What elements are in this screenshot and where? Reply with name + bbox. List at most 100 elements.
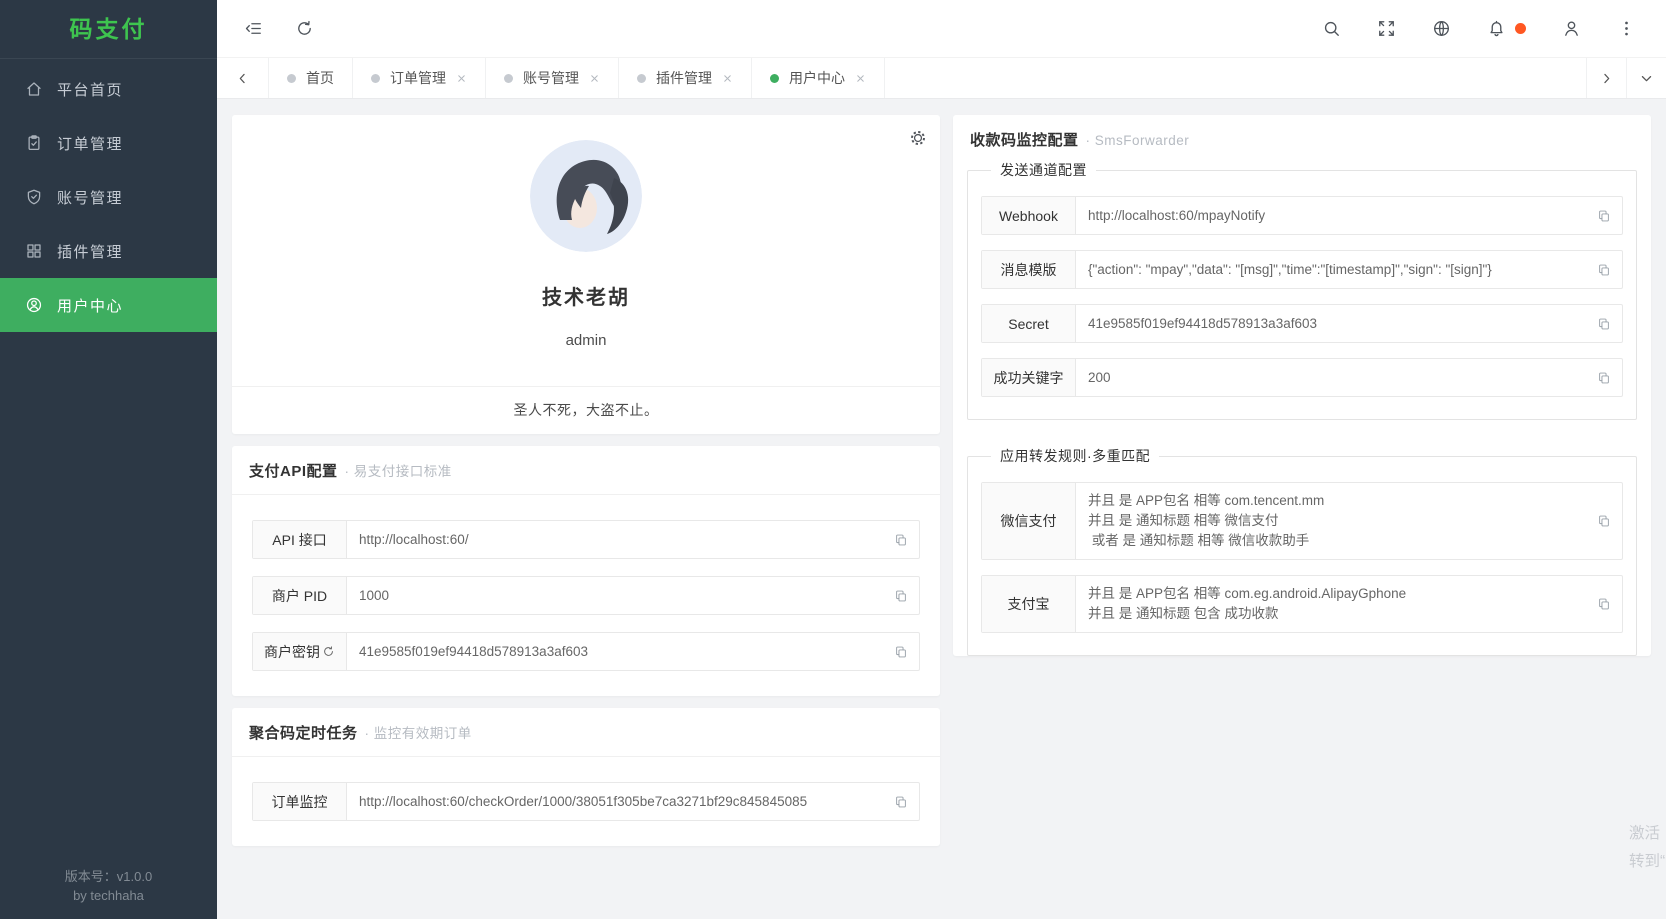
config-row-order-monitor: 订单监控 http://localhost:60/checkOrder/1000… — [252, 782, 920, 821]
tab-accounts[interactable]: 账号管理 — [486, 58, 619, 98]
version-author: by techhaha — [0, 886, 217, 905]
field-label: 微信支付 — [982, 483, 1076, 559]
tab-plugins[interactable]: 插件管理 — [619, 58, 752, 98]
avatar — [530, 140, 642, 252]
gear-icon[interactable] — [909, 129, 927, 147]
config-row-wechat-pay: 微信支付 并且 是 APP包名 相等 com.tencent.mm 并且 是 通… — [981, 482, 1623, 560]
chevron-right-icon — [1599, 71, 1614, 86]
bell-icon[interactable] — [1487, 19, 1506, 38]
tab-user-center[interactable]: 用户中心 — [752, 58, 885, 98]
timer-task-card: 聚合码定时任务 · 监控有效期订单 订单监控 http://localhost:… — [232, 708, 940, 846]
clipboard-check-icon — [25, 134, 43, 152]
copy-icon[interactable] — [1597, 576, 1622, 632]
card-header: 支付API配置 · 易支付接口标准 — [232, 446, 940, 495]
tab-dot — [637, 74, 646, 83]
field-value: 41e9585f019ef94418d578913a3af603 — [347, 633, 894, 670]
tabs-dropdown-button[interactable] — [1626, 58, 1666, 98]
config-row-merchant-pid: 商户 PID 1000 — [252, 576, 920, 615]
notifications-group — [1487, 19, 1526, 38]
topbar — [217, 0, 1666, 57]
copy-icon[interactable] — [1597, 197, 1622, 234]
copy-icon[interactable] — [1597, 251, 1622, 288]
rule-line: 并且 是 APP包名 相等 com.eg.android.AlipayGphon… — [1088, 584, 1585, 604]
copy-icon[interactable] — [1597, 305, 1622, 342]
sidebar-menu: 平台首页 订单管理 账号管理 插件管理 用户中心 — [0, 59, 217, 332]
config-row-merchant-key: 商户密钥 41e9585f019ef94418d578913a3af603 — [252, 632, 920, 671]
card-header: 收款码监控配置 · SmsForwarder — [953, 115, 1651, 158]
field-label: 订单监控 — [253, 783, 347, 820]
card-subtitle: · 监控有效期订单 — [365, 722, 472, 742]
home-icon — [25, 80, 43, 98]
main-content: 技术老胡 admin 圣人不死，大盗不止。 支付API配置 · 易支付接口标准 … — [217, 100, 1666, 919]
field-label: Webhook — [982, 197, 1076, 234]
config-row-webhook: Webhook http://localhost:60/mpayNotify — [981, 196, 1623, 235]
sidebar-item-label: 平台首页 — [57, 79, 123, 100]
user-icon[interactable] — [1562, 19, 1581, 38]
profile-name: 技术老胡 — [542, 281, 630, 310]
field-label: Secret — [982, 305, 1076, 342]
field-label: 支付宝 — [982, 576, 1076, 632]
tabs-scroll-left-button[interactable] — [217, 58, 269, 98]
copy-icon[interactable] — [1597, 359, 1622, 396]
sidebar-item-label: 用户中心 — [57, 295, 123, 316]
field-value: http://localhost:60/checkOrder/1000/3805… — [347, 783, 894, 820]
send-channel-fieldset: 发送通道配置 Webhook http://localhost:60/mpayN… — [967, 160, 1637, 420]
search-icon[interactable] — [1322, 19, 1341, 38]
card-header: 聚合码定时任务 · 监控有效期订单 — [232, 708, 940, 757]
field-label: 商户密钥 — [253, 633, 347, 670]
refresh-icon[interactable] — [295, 19, 314, 38]
field-value: 1000 — [347, 577, 894, 614]
config-row-message-template: 消息模版 {"action": "mpay","data": "[msg]","… — [981, 250, 1623, 289]
sidebar-item-plugins[interactable]: 插件管理 — [0, 224, 217, 278]
version-info: 版本号：v1.0.0 by techhaha — [0, 867, 217, 905]
chevron-down-icon — [1639, 71, 1654, 86]
copy-icon[interactable] — [894, 633, 919, 670]
notification-dot — [1515, 23, 1526, 34]
tab-orders[interactable]: 订单管理 — [353, 58, 486, 98]
sidebar-item-orders[interactable]: 订单管理 — [0, 116, 217, 170]
tabs-scroll-right-button[interactable] — [1586, 58, 1626, 98]
tab-label: 首页 — [306, 68, 334, 88]
regenerate-key-icon[interactable] — [322, 645, 335, 658]
sidebar-item-user-center[interactable]: 用户中心 — [0, 278, 217, 332]
config-row-alipay: 支付宝 并且 是 APP包名 相等 com.eg.android.AlipayG… — [981, 575, 1623, 633]
card-subtitle: · 易支付接口标准 — [345, 460, 452, 480]
close-icon[interactable] — [722, 73, 733, 84]
language-icon[interactable] — [1432, 19, 1451, 38]
sidebar-item-home[interactable]: 平台首页 — [0, 62, 217, 116]
tab-home[interactable]: 首页 — [269, 58, 353, 98]
sidebar: 码支付 平台首页 订单管理 账号管理 插件管理 用户中心 版本号：v1.0.0 … — [0, 0, 217, 919]
collapse-sidebar-icon[interactable] — [244, 19, 263, 38]
tab-label: 账号管理 — [523, 68, 579, 88]
sidebar-item-accounts[interactable]: 账号管理 — [0, 170, 217, 224]
tab-dot — [287, 74, 296, 83]
rule-line: 并且 是 通知标题 包含 成功收款 — [1088, 604, 1585, 624]
grid-icon — [25, 242, 43, 260]
left-column: 技术老胡 admin 圣人不死，大盗不止。 支付API配置 · 易支付接口标准 … — [232, 115, 940, 846]
field-value: http://localhost:60/mpayNotify — [1076, 197, 1597, 234]
fieldset-legend: 应用转发规则·多重匹配 — [991, 446, 1159, 466]
copy-icon[interactable] — [894, 577, 919, 614]
tab-dot — [504, 74, 513, 83]
more-menu-icon[interactable] — [1617, 19, 1636, 38]
tab-label: 订单管理 — [390, 68, 446, 88]
copy-icon[interactable] — [1597, 483, 1622, 559]
copy-icon[interactable] — [894, 783, 919, 820]
close-icon[interactable] — [456, 73, 467, 84]
tab-dot — [371, 74, 380, 83]
close-icon[interactable] — [589, 73, 600, 84]
right-column: 收款码监控配置 · SmsForwarder 发送通道配置 Webhook ht… — [953, 115, 1651, 674]
close-icon[interactable] — [855, 73, 866, 84]
config-row-api-url: API 接口 http://localhost:60/ — [252, 520, 920, 559]
fieldset-legend: 发送通道配置 — [991, 160, 1096, 180]
version-number: 版本号：v1.0.0 — [0, 867, 217, 886]
field-label: 商户 PID — [253, 577, 347, 614]
field-label-text: 商户密钥 — [264, 642, 320, 662]
tab-dot — [770, 74, 779, 83]
shield-check-icon — [25, 188, 43, 206]
field-value: 200 — [1076, 359, 1597, 396]
fullscreen-icon[interactable] — [1377, 19, 1396, 38]
field-label: 消息模版 — [982, 251, 1076, 288]
sidebar-item-label: 订单管理 — [57, 133, 123, 154]
copy-icon[interactable] — [894, 521, 919, 558]
